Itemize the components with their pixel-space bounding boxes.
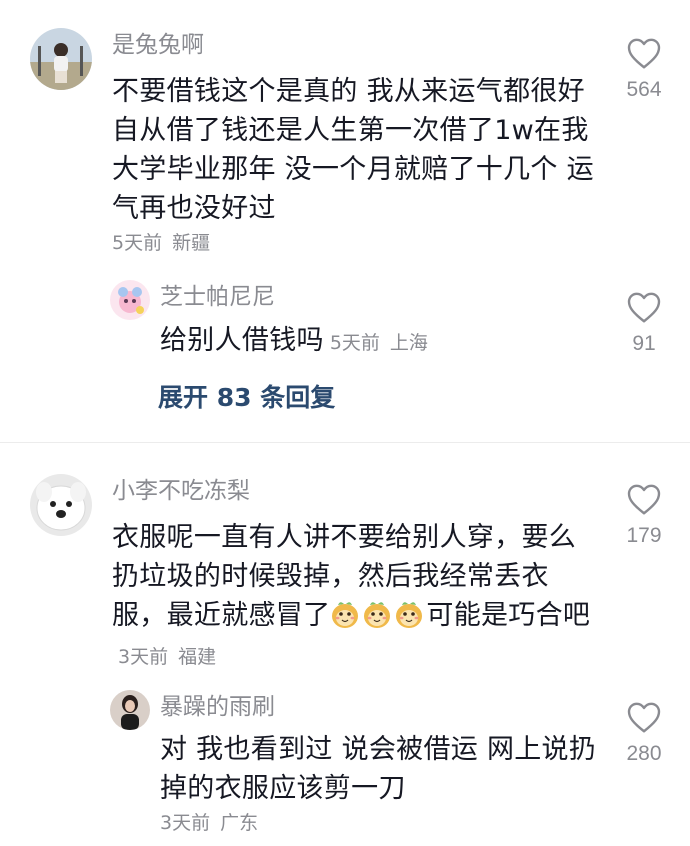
reply-text: 对 我也看到过 说会被借运 网上说扔掉的衣服应该剪一刀 — [160, 734, 597, 804]
expand-replies-button[interactable]: 展开 83 条回复 — [158, 378, 335, 414]
emoji-group — [330, 600, 426, 631]
username[interactable]: 小李不吃冻梨 — [112, 476, 250, 506]
comment-meta: 3天前 福建 — [118, 646, 216, 668]
comment-location: 新疆 — [172, 232, 211, 254]
avatar[interactable] — [30, 28, 92, 90]
heart-outline-icon[interactable] — [626, 482, 662, 516]
comment-text: 衣服呢一直有人讲不要给别人穿，要么扔垃圾的时候毁掉，然后我经常丢衣服，最近就感冒… — [112, 518, 597, 677]
comment-location: 福建 — [178, 646, 217, 668]
heart-outline-icon[interactable] — [626, 290, 662, 324]
comment-text-tail: 可能是巧合吧 — [426, 600, 591, 631]
comment-text: 不要借钱这个是真的 我从来运气都很好 自从借了钱还是人生第一次借了1w在我大学毕… — [112, 76, 594, 224]
like-button[interactable]: 564 — [614, 36, 674, 102]
reply-avatar[interactable] — [110, 280, 150, 320]
smiling-face-emoji — [332, 602, 359, 628]
like-count: 280 — [626, 742, 662, 765]
heart-outline-icon[interactable] — [626, 36, 662, 70]
reply-location: 广东 — [220, 812, 259, 834]
reply-username[interactable]: 芝士帕尼尼 — [160, 282, 275, 312]
comment-time: 5天前 — [112, 232, 163, 254]
reply-like-button[interactable]: 280 — [614, 700, 674, 766]
comment-item: 小李不吃冻梨 衣服呢一直有人讲不要给别人穿，要么扔垃圾的时候毁掉，然后我经常丢衣… — [0, 446, 690, 846]
reply-time: 3天前 — [160, 812, 211, 834]
reply-time: 5天前 — [329, 332, 380, 354]
comment-time: 3天前 — [118, 646, 169, 668]
like-count: 564 — [626, 78, 662, 101]
reply-location: 上海 — [389, 332, 428, 354]
reply-like-button[interactable]: 91 — [614, 290, 674, 356]
reply-text: 给别人借钱吗 5天前 上海 — [160, 321, 590, 363]
divider — [0, 442, 690, 443]
reply-meta: 3天前 广东 — [160, 810, 258, 836]
smiling-face-emoji — [396, 602, 423, 628]
reply-text-body: 给别人借钱吗 — [160, 325, 324, 356]
reply-username[interactable]: 暴躁的雨刷 — [160, 692, 275, 722]
reply-meta: 5天前 上海 — [330, 332, 428, 354]
comment-item: 是兔兔啊 不要借钱这个是真的 我从来运气都很好 自从借了钱还是人生第一次借了1w… — [0, 0, 690, 446]
comment-meta: 5天前 新疆 — [112, 230, 210, 256]
smiling-face-emoji — [364, 602, 391, 628]
like-button[interactable]: 179 — [614, 482, 674, 548]
like-count: 179 — [626, 524, 662, 547]
like-count: 91 — [632, 332, 656, 355]
avatar[interactable] — [30, 474, 92, 536]
reply-avatar[interactable] — [110, 690, 150, 730]
heart-outline-icon[interactable] — [626, 700, 662, 734]
username[interactable]: 是兔兔啊 — [112, 30, 204, 60]
